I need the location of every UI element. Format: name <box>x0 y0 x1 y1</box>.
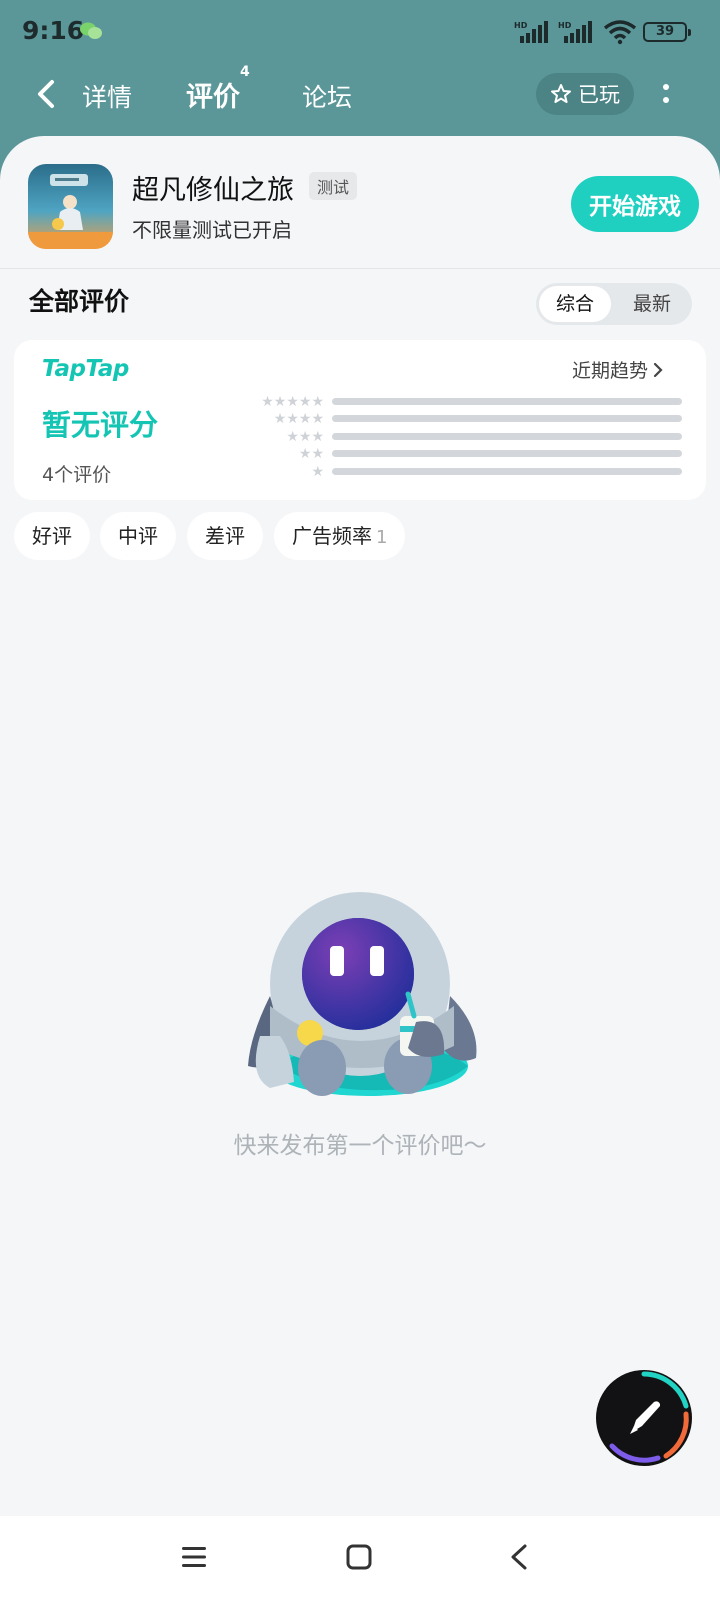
content-sheet: 超凡修仙之旅 测试 不限量测试已开启 开始游戏 全部评价 综合 最新 TapTa… <box>0 136 720 1516</box>
recent-trend-link[interactable]: 近期趋势 <box>572 356 664 383</box>
signal-icon: HD <box>558 21 592 43</box>
filter-chip-neutral[interactable]: 中评 <box>100 512 176 560</box>
status-bar: 9:16 HD HD 39 <box>0 0 720 62</box>
taptap-logo: TapTap <box>42 356 129 382</box>
tab-reviews[interactable]: 评价 <box>186 75 240 117</box>
chip-label: 好评 <box>32 524 72 548</box>
status-time: 9:16 <box>22 16 85 45</box>
played-button[interactable]: 已玩 <box>536 73 634 115</box>
rating-bar <box>332 450 682 457</box>
divider <box>0 268 720 269</box>
rating-row-4: ★★★★ <box>214 411 694 427</box>
tab-details[interactable]: 详情 <box>82 78 132 114</box>
rating-row-3: ★★★ <box>214 429 694 445</box>
rating-row-2: ★★ <box>214 446 694 462</box>
empty-state-message: 快来发布第一个评价吧～ <box>233 1133 487 1159</box>
chip-label: 中评 <box>118 524 158 548</box>
rating-summary-card: TapTap 暂无评分 4个评价 近期趋势 ★★★★★ ★★★★ ★★★ ★★ … <box>14 340 706 500</box>
game-info-card: 超凡修仙之旅 测试 不限量测试已开启 开始游戏 <box>0 136 720 268</box>
back-arrow-icon[interactable] <box>32 76 60 112</box>
star-icons: ★ <box>311 464 324 480</box>
write-review-button[interactable] <box>596 1370 692 1466</box>
battery-indicator: 39 <box>643 22 691 42</box>
star-icons: ★★★ <box>286 429 324 445</box>
filter-chip-negative[interactable]: 差评 <box>187 512 263 560</box>
home-icon[interactable] <box>345 1543 373 1571</box>
chevron-right-icon <box>653 362 663 377</box>
wifi-icon <box>603 20 637 45</box>
sort-option-overall[interactable]: 综合 <box>539 286 611 322</box>
start-game-button[interactable]: 开始游戏 <box>571 176 699 232</box>
reviews-count-badge: 4 <box>240 64 250 80</box>
back-icon[interactable] <box>507 1543 531 1571</box>
sort-toggle: 综合 最新 <box>536 283 692 325</box>
star-icons: ★★★★ <box>273 411 324 427</box>
score-text: 暂无评分 <box>42 408 159 442</box>
top-navigation: 详情 评价 4 论坛 已玩 <box>0 62 720 128</box>
rating-bar <box>332 433 682 440</box>
rating-bar <box>332 398 682 405</box>
star-icons: ★★★★★ <box>261 394 324 410</box>
star-outline-icon <box>551 84 571 103</box>
svg-text:HD: HD <box>558 21 572 30</box>
chip-count: 1 <box>376 527 388 548</box>
more-options-icon[interactable] <box>656 78 676 110</box>
game-title: 超凡修仙之旅 <box>132 175 294 206</box>
rating-row-5: ★★★★★ <box>214 394 694 410</box>
game-subtitle: 不限量测试已开启 <box>132 218 292 242</box>
chip-label: 差评 <box>205 524 245 548</box>
game-icon[interactable] <box>28 164 113 249</box>
signal-icon: HD <box>514 21 548 43</box>
star-icons: ★★ <box>298 446 324 462</box>
tab-forum[interactable]: 论坛 <box>302 78 352 114</box>
rating-row-1: ★ <box>214 464 694 480</box>
filter-chip-ad-frequency[interactable]: 广告频率 1 <box>274 512 406 560</box>
system-navigation-bar <box>0 1516 720 1601</box>
test-tag: 测试 <box>309 172 358 200</box>
rating-bar <box>332 415 682 422</box>
empty-state-mascot-illustration <box>248 892 477 1096</box>
trend-label: 近期趋势 <box>572 360 649 382</box>
filter-chip-positive[interactable]: 好评 <box>14 512 90 560</box>
wechat-icon <box>80 22 102 39</box>
game-artwork <box>28 174 113 249</box>
all-reviews-heading: 全部评价 <box>29 287 130 316</box>
menu-icon[interactable] <box>180 1544 208 1570</box>
review-count: 4个评价 <box>42 464 112 486</box>
chip-label: 广告频率 <box>292 524 372 548</box>
played-label: 已玩 <box>578 83 620 107</box>
svg-text:HD: HD <box>514 21 528 30</box>
sort-option-latest[interactable]: 最新 <box>616 283 688 325</box>
tab-reviews-label: 评价 <box>186 82 240 113</box>
rating-bar <box>332 468 682 475</box>
